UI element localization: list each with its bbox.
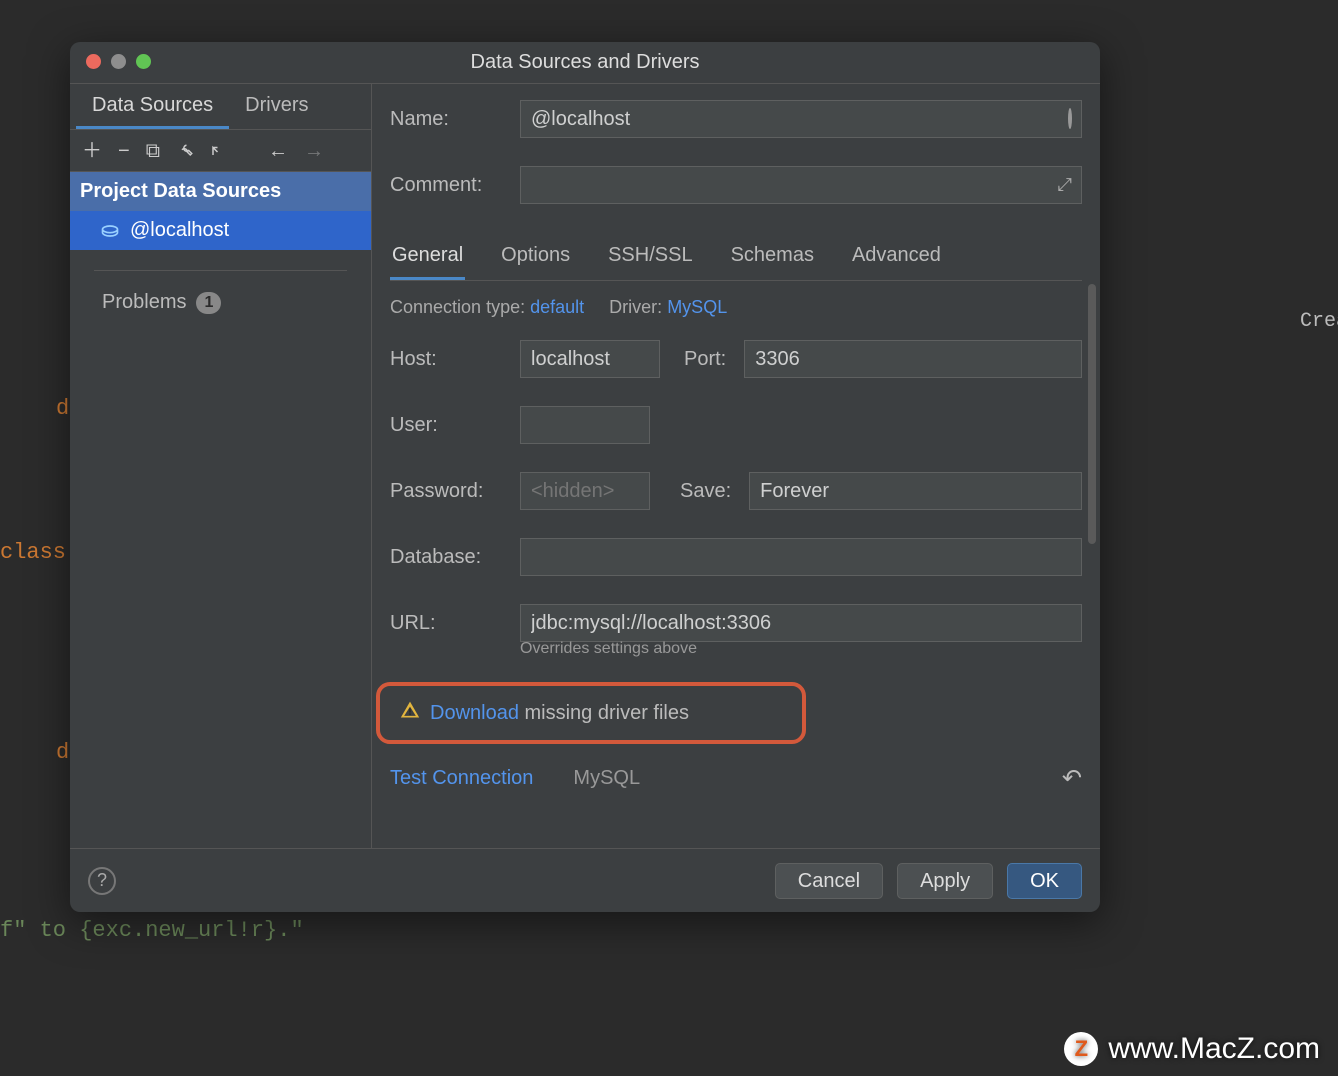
- tab-general[interactable]: General: [390, 236, 465, 280]
- port-input[interactable]: [744, 340, 1082, 378]
- driver-label: Driver:: [609, 297, 662, 317]
- database-label: Database:: [390, 546, 520, 569]
- user-input[interactable]: [520, 406, 650, 444]
- driver-name-label: MySQL: [573, 767, 640, 790]
- save-label: Save:: [680, 480, 731, 503]
- partial-label: Crea: [1300, 310, 1338, 333]
- save-select[interactable]: [749, 472, 1082, 510]
- tab-advanced[interactable]: Advanced: [850, 236, 943, 280]
- right-tabs: General Options SSH/SSL Schemas Advanced: [390, 236, 1082, 281]
- cancel-button[interactable]: Cancel: [775, 863, 883, 899]
- comment-input[interactable]: [520, 166, 1082, 204]
- left-panel: Data Sources Drivers ＋ − ⧉ ← → Project D…: [70, 84, 372, 848]
- tab-options[interactable]: Options: [499, 236, 572, 280]
- wrench-icon[interactable]: [176, 140, 194, 162]
- remove-icon[interactable]: −: [118, 141, 130, 161]
- watermark: Z www.MacZ.com: [1064, 1032, 1320, 1066]
- warning-icon: [400, 700, 420, 726]
- data-source-label: @localhost: [130, 219, 229, 242]
- make-global-icon[interactable]: [210, 140, 228, 162]
- add-icon[interactable]: ＋: [82, 141, 102, 161]
- password-label: Password:: [390, 480, 520, 503]
- download-driver-box: Download missing driver files: [376, 682, 806, 744]
- host-input[interactable]: [520, 340, 660, 378]
- section-header: Project Data Sources: [70, 172, 371, 211]
- connection-type-label: Connection type:: [390, 297, 525, 317]
- color-indicator-icon[interactable]: [1068, 110, 1072, 128]
- code-line: f" to {exc.new_url!r}.": [0, 918, 304, 943]
- tab-data-sources[interactable]: Data Sources: [76, 84, 229, 129]
- tab-drivers[interactable]: Drivers: [229, 84, 324, 129]
- database-input[interactable]: [520, 538, 1082, 576]
- close-window-button[interactable]: [86, 54, 101, 69]
- url-note: Overrides settings above: [520, 640, 1082, 658]
- download-text: missing driver files: [519, 702, 689, 724]
- name-label: Name:: [390, 108, 520, 131]
- tab-schemas[interactable]: Schemas: [729, 236, 816, 280]
- driver-link[interactable]: MySQL: [667, 297, 727, 317]
- host-label: Host:: [390, 348, 520, 371]
- right-panel: Name: Comment: ⤢ General Options SSH/SSL…: [372, 84, 1100, 848]
- password-input[interactable]: [520, 472, 650, 510]
- dialog-footer: ? Cancel Apply OK: [70, 848, 1100, 912]
- left-tabs: Data Sources Drivers: [70, 84, 371, 130]
- comment-label: Comment:: [390, 174, 520, 197]
- back-icon[interactable]: ←: [268, 141, 288, 161]
- left-toolbar: ＋ − ⧉ ← →: [70, 130, 371, 172]
- code-keyword: d: [56, 396, 69, 421]
- code-keyword: d: [56, 740, 69, 765]
- port-label: Port:: [684, 348, 726, 371]
- forward-icon: →: [304, 141, 324, 161]
- data-sources-dialog: Data Sources and Drivers Data Sources Dr…: [70, 42, 1100, 912]
- problems-item[interactable]: Problems 1: [70, 281, 371, 324]
- minimize-window-button[interactable]: [111, 54, 126, 69]
- problems-label: Problems: [102, 291, 186, 314]
- zoom-window-button[interactable]: [136, 54, 151, 69]
- problems-count-badge: 1: [196, 292, 221, 314]
- revert-icon[interactable]: ↶: [1062, 764, 1082, 793]
- help-button[interactable]: ?: [88, 867, 116, 895]
- window-controls: [86, 54, 151, 69]
- connection-type-link[interactable]: default: [530, 297, 584, 317]
- name-input[interactable]: [520, 100, 1082, 138]
- test-connection-link[interactable]: Test Connection: [390, 767, 533, 790]
- titlebar: Data Sources and Drivers: [70, 42, 1100, 84]
- apply-button[interactable]: Apply: [897, 863, 993, 899]
- url-input[interactable]: [520, 604, 1082, 642]
- ok-button[interactable]: OK: [1007, 863, 1082, 899]
- database-icon: [100, 221, 120, 241]
- code-keyword-class: class: [0, 540, 66, 565]
- dialog-title: Data Sources and Drivers: [70, 51, 1100, 74]
- watermark-logo-icon: Z: [1064, 1032, 1098, 1066]
- tab-ssh-ssl[interactable]: SSH/SSL: [606, 236, 694, 280]
- connection-info: Connection type: default Driver: MySQL: [390, 297, 1082, 318]
- user-label: User:: [390, 414, 520, 437]
- watermark-text: www.MacZ.com: [1108, 1032, 1320, 1066]
- duplicate-icon[interactable]: ⧉: [146, 141, 160, 161]
- data-source-item[interactable]: @localhost: [70, 211, 371, 250]
- url-label: URL:: [390, 612, 520, 635]
- expand-icon[interactable]: ⤢: [1058, 175, 1072, 196]
- divider: [94, 270, 347, 271]
- download-link[interactable]: Download: [430, 702, 519, 724]
- scrollbar[interactable]: [1088, 284, 1096, 544]
